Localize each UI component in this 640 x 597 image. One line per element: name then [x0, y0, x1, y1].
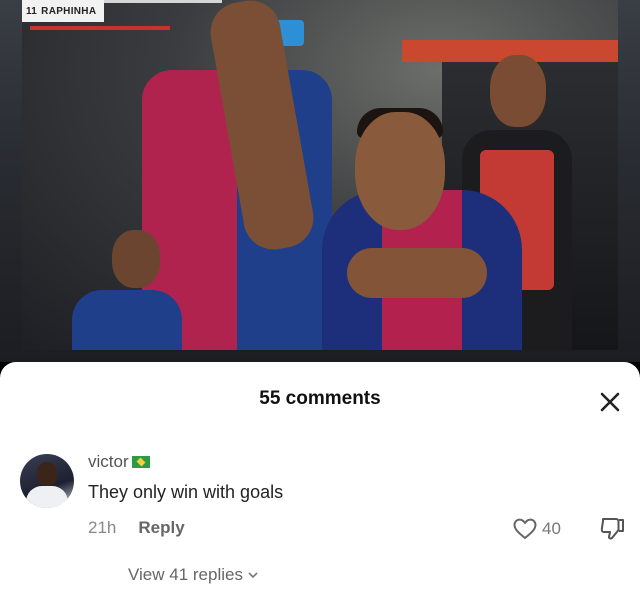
scorebug-number: 11	[26, 5, 38, 17]
bench-player	[72, 230, 182, 350]
like-count: 40	[542, 519, 561, 538]
like-button[interactable]: 40	[512, 517, 561, 541]
close-button[interactable]	[596, 388, 624, 416]
heart-icon	[513, 518, 537, 540]
avatar[interactable]	[20, 454, 74, 508]
video-frame-area[interactable]: 11 RAPHINHA	[0, 0, 640, 362]
player-head	[355, 112, 445, 230]
pointing-arm	[347, 248, 487, 298]
close-icon	[600, 392, 620, 412]
scorebug-accent	[30, 26, 170, 30]
reply-button[interactable]: Reply	[138, 518, 184, 538]
username-text: victor	[88, 452, 129, 471]
scorebug-name: RAPHINHA	[41, 5, 97, 17]
comments-count-title: 55 comments	[259, 388, 381, 409]
view-replies-button[interactable]: View 41 replies	[128, 565, 259, 585]
dislike-button[interactable]	[598, 516, 626, 547]
chevron-down-icon	[248, 572, 258, 579]
brazil-flag-icon	[131, 456, 150, 468]
thumbs-down-icon	[600, 518, 624, 540]
player-name-scorebug: 11 RAPHINHA	[22, 0, 105, 22]
comments-sheet: 55 comments victor They only win with go…	[0, 362, 640, 597]
match-footage	[22, 0, 618, 350]
comment-username[interactable]: victor	[88, 452, 150, 472]
comment-timestamp: 21h	[88, 518, 117, 537]
comment-meta: 21h Reply	[88, 518, 185, 538]
comment-body: They only win with goals	[88, 482, 284, 502]
view-replies-label: View 41 replies	[128, 565, 243, 584]
